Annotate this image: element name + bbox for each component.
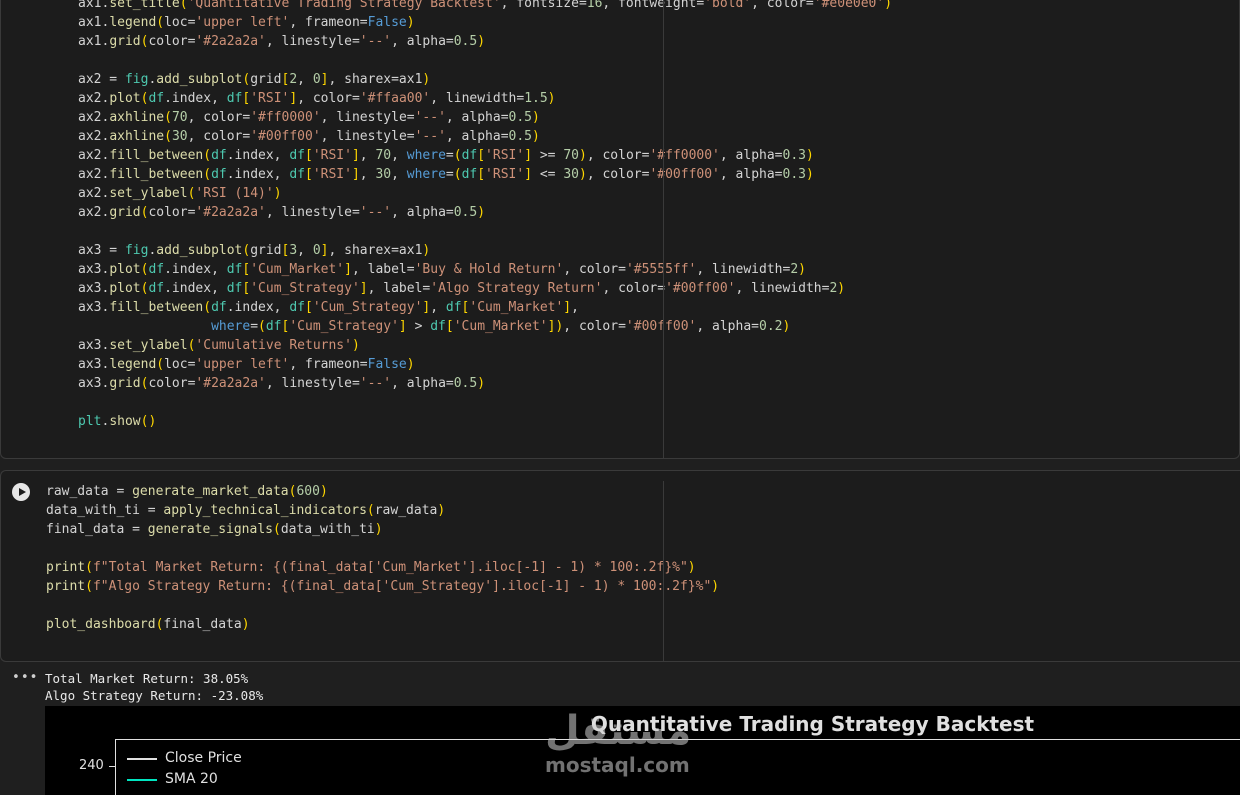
code-line: ax1.grid(color='#2a2a2a', linestyle='--'… [78, 34, 486, 49]
code-line: ax2.fill_between(df.index, df['RSI'], 30… [78, 167, 814, 182]
legend-entry-sma: SMA 20 [127, 769, 242, 790]
code-editor[interactable]: raw_data = generate_market_data(600) dat… [46, 482, 719, 634]
code-line: ax2.axhline(70, color='#ff0000', linesty… [78, 110, 540, 125]
code-line: where=(df['Cum_Strategy'] > df['Cum_Mark… [211, 319, 791, 334]
code-line: plot_dashboard(final_data) [46, 617, 250, 632]
editor-ruler [663, 0, 664, 458]
legend-entry-close: Close Price [127, 748, 242, 769]
code-line: final_data = generate_signals(data_with_… [46, 522, 383, 537]
code-line: ax2 = fig.add_subplot(grid[2, 0], sharex… [78, 72, 431, 87]
code-line: print(f"Algo Strategy Return: {(final_da… [46, 579, 720, 594]
code-line: ax3.plot(df.index, df['Cum_Market'], lab… [78, 262, 806, 277]
code-line: ax2.set_ylabel('RSI (14)') [78, 186, 282, 201]
legend-line-sma [127, 779, 157, 781]
code-line: ax3.fill_between(df.index, df['Cum_Strat… [78, 300, 579, 315]
output-line: Total Market Return: 38.05% [45, 671, 249, 686]
legend-label-close: Close Price [165, 750, 242, 766]
code-line: ax2.grid(color='#2a2a2a', linestyle='--'… [78, 205, 486, 220]
code-line: plt.show() [78, 414, 157, 429]
legend-line-close [127, 758, 157, 760]
code-line: ax2.plot(df.index, df['RSI'], color='#ff… [78, 91, 556, 106]
plot-axes [115, 739, 1240, 795]
legend-label-sma: SMA 20 [165, 771, 218, 787]
code-line: data_with_ti = apply_technical_indicator… [46, 503, 446, 518]
code-line: ax3.grid(color='#2a2a2a', linestyle='--'… [78, 376, 486, 391]
code-editor[interactable]: ax1.set_title('Quantitative Trading Stra… [78, 0, 892, 431]
plot-output: Quantitative Trading Strategy Backtest 2… [45, 706, 1240, 795]
output-menu-icon[interactable]: ••• [12, 670, 38, 685]
y-tick-label: 240 [79, 758, 104, 773]
code-line: ax3 = fig.add_subplot(grid[3, 0], sharex… [78, 243, 431, 258]
code-line: ax3.set_ylabel('Cumulative Returns') [78, 338, 360, 353]
code-cell-plot-dashboard[interactable]: ax1.set_title('Quantitative Trading Stra… [0, 0, 1240, 459]
code-line: ax1.legend(loc='upper left', frameon=Fal… [78, 15, 415, 30]
output-line: Algo Strategy Return: -23.08% [45, 688, 264, 703]
code-line: print(f"Total Market Return: {(final_dat… [46, 560, 696, 575]
code-line: ax1.set_title('Quantitative Trading Stra… [78, 0, 893, 11]
code-line: ax2.fill_between(df.index, df['RSI'], 70… [78, 148, 814, 163]
code-line: ax2.axhline(30, color='#00ff00', linesty… [78, 129, 540, 144]
plot-legend: Close Price SMA 20 [127, 748, 242, 790]
code-line: ax3.legend(loc='upper left', frameon=Fal… [78, 357, 415, 372]
y-tick-mark [109, 766, 115, 767]
code-line: raw_data = generate_market_data(600) [46, 484, 328, 499]
run-cell-button[interactable] [12, 483, 30, 501]
code-cell-run[interactable]: raw_data = generate_market_data(600) dat… [0, 470, 1240, 662]
editor-ruler [663, 481, 664, 661]
plot-title: Quantitative Trading Strategy Backtest [590, 712, 1035, 736]
code-line: ax3.plot(df.index, df['Cum_Strategy'], l… [78, 281, 846, 296]
cell-output-text: Total Market Return: 38.05% Algo Strateg… [45, 670, 263, 704]
